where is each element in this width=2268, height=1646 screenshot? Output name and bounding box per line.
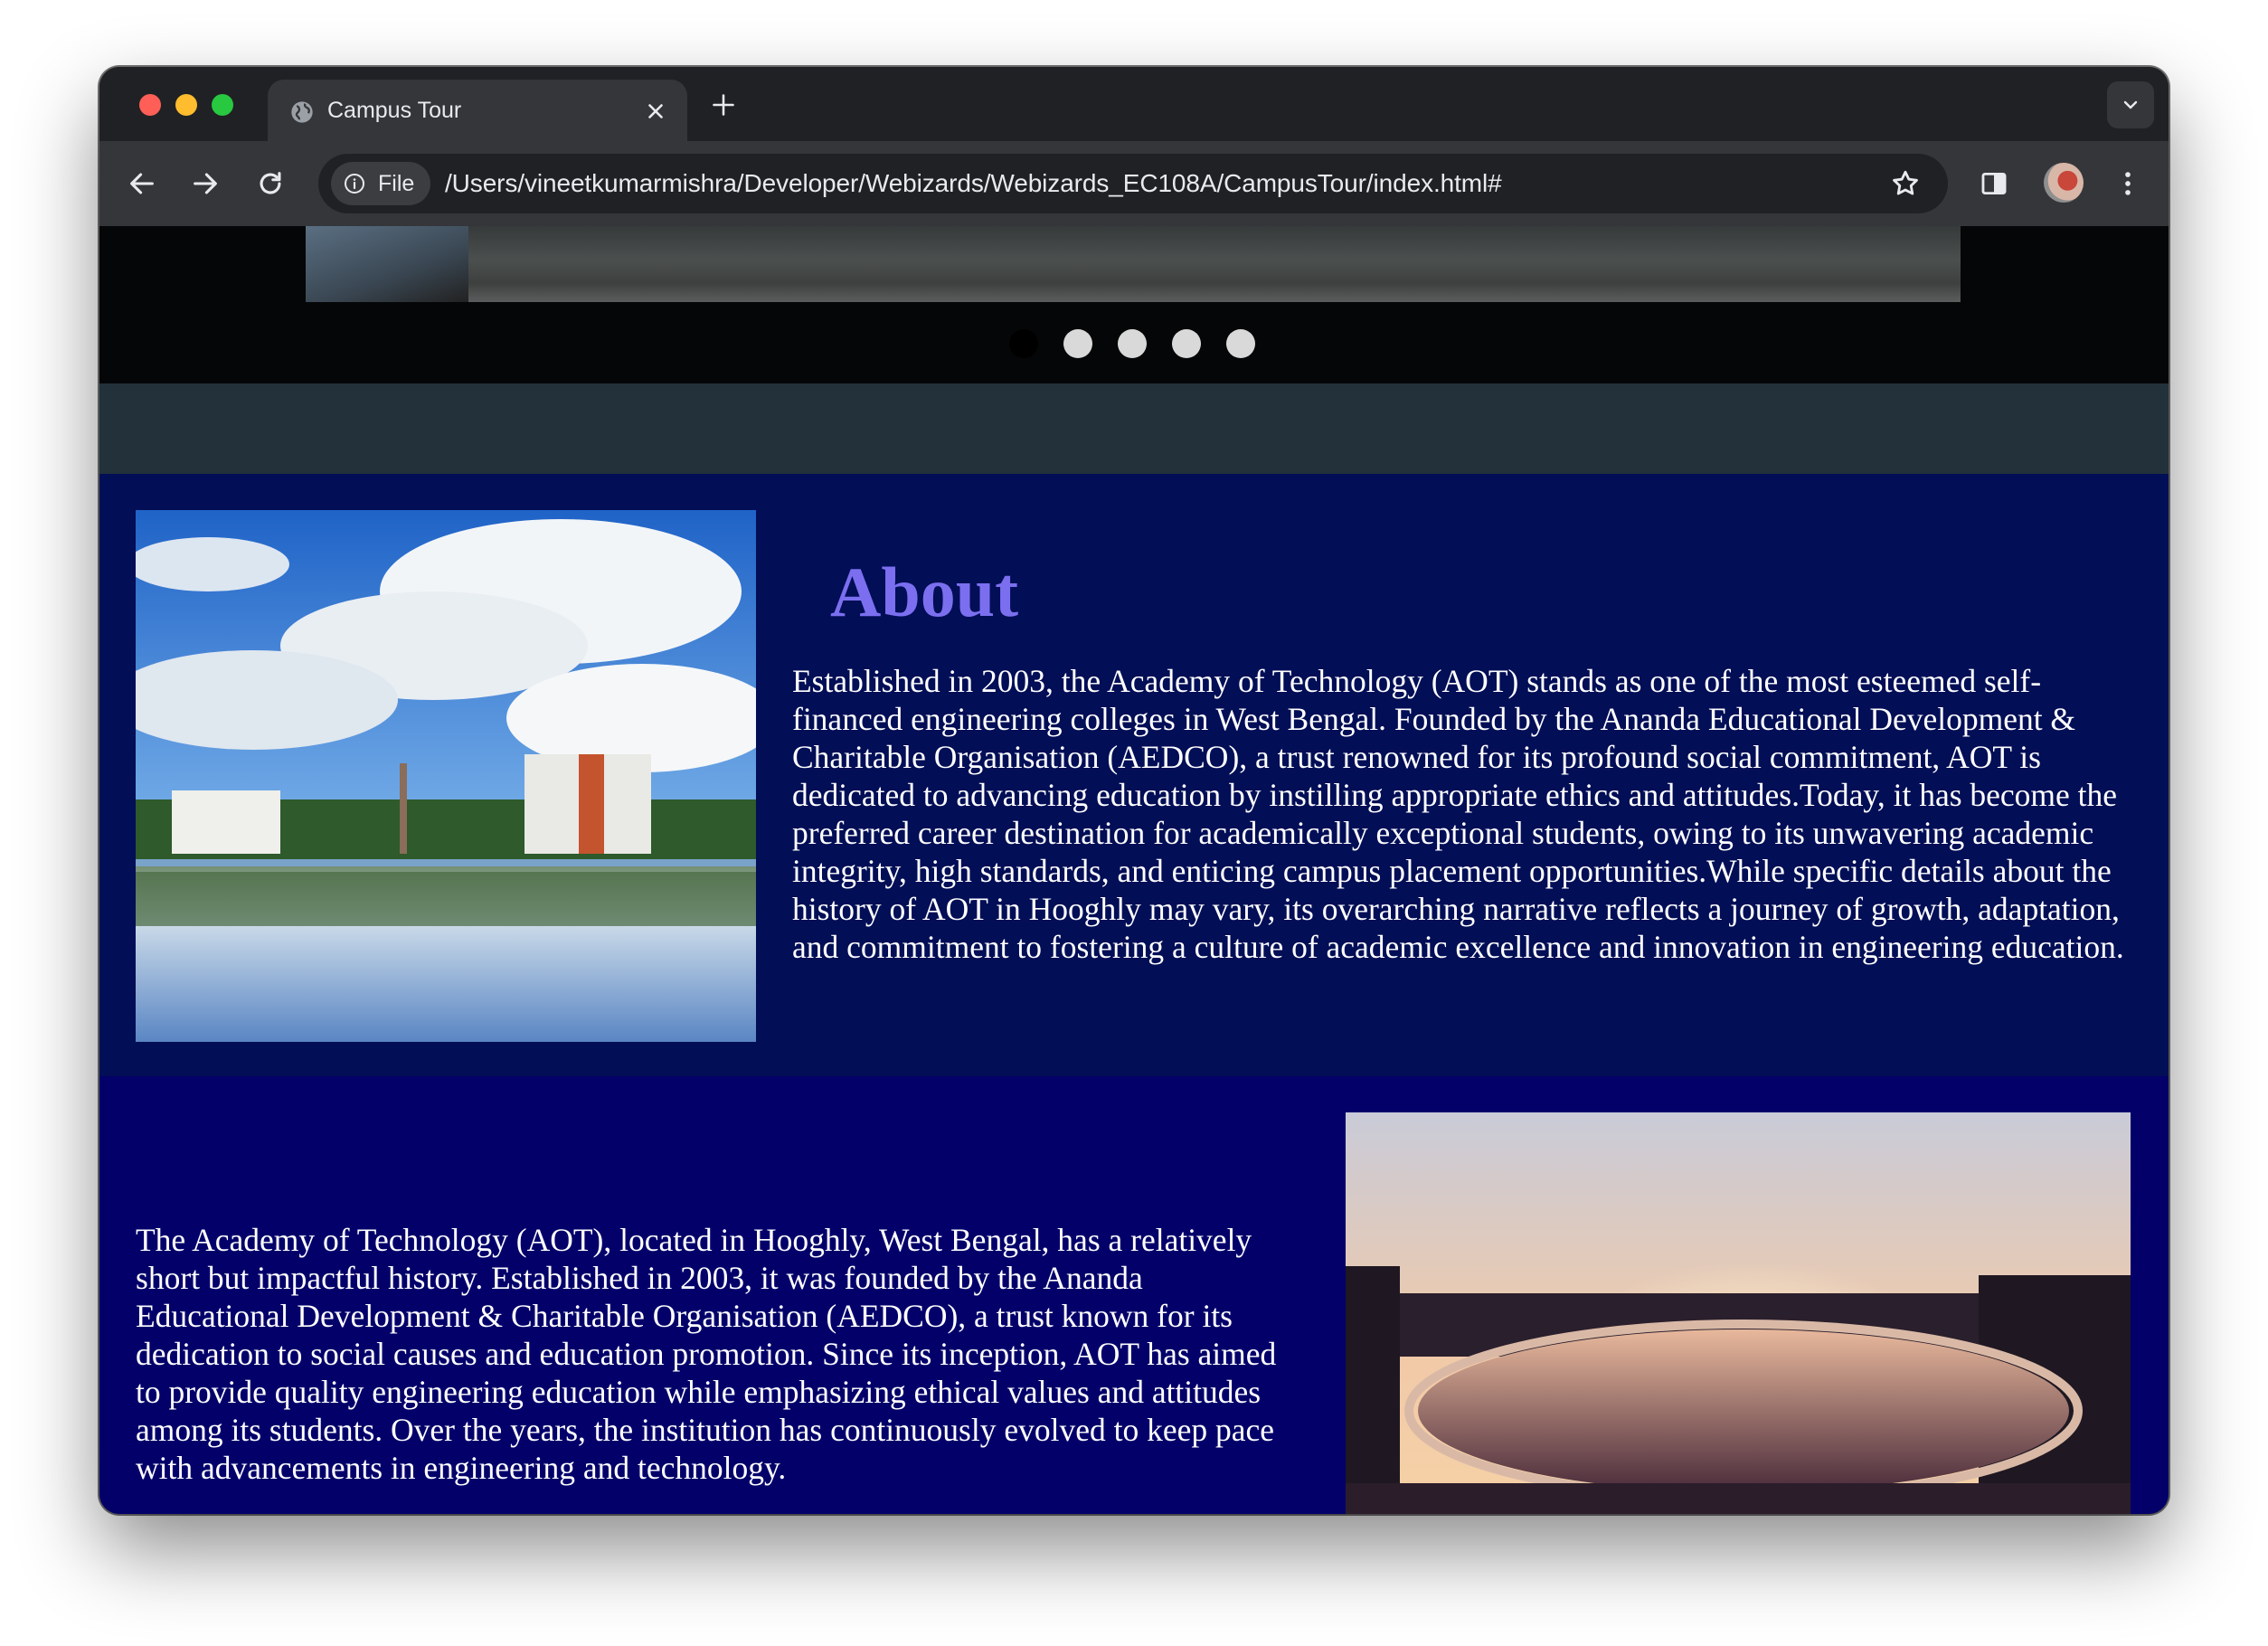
carousel-dot-5[interactable] [1226, 329, 1255, 358]
carousel-dot-4[interactable] [1172, 329, 1201, 358]
reload-icon[interactable] [255, 168, 286, 199]
browser-window: Campus Tour File /Users/vineetkumarmishr… [99, 67, 2169, 1514]
info-icon [345, 174, 364, 194]
history-section: The Academy of Technology (AOT), located… [99, 1076, 2169, 1514]
browser-toolbar: File /Users/vineetkumarmishra/Developer/… [99, 141, 2169, 226]
close-window-button[interactable] [139, 94, 161, 116]
image-carousel [99, 226, 2169, 383]
carousel-dot-3[interactable] [1118, 329, 1147, 358]
maximize-window-button[interactable] [212, 94, 233, 116]
tab-campus-tour[interactable]: Campus Tour [268, 80, 687, 141]
url-text[interactable]: /Users/vineetkumarmishra/Developer/Webiz… [445, 169, 1502, 198]
chevron-down-icon [2123, 100, 2138, 109]
forward-arrow-icon[interactable] [190, 168, 221, 199]
close-tab-icon[interactable] [644, 99, 667, 123]
tab-search-button[interactable] [2107, 81, 2154, 128]
about-heading: About [830, 553, 1019, 631]
tab-strip: Campus Tour [99, 67, 2169, 141]
sunset-lake-photo [1346, 1112, 2131, 1514]
globe-icon [291, 101, 313, 123]
tab-title: Campus Tour [327, 98, 462, 123]
profile-avatar[interactable] [2044, 163, 2084, 203]
address-bar[interactable]: File /Users/vineetkumarmishra/Developer/… [318, 154, 1948, 213]
bookmark-star-icon[interactable] [1890, 168, 1921, 199]
section-divider [99, 383, 2169, 474]
about-section: About Established in 2003, the Academy o… [99, 474, 2169, 1076]
back-arrow-icon[interactable] [127, 168, 157, 199]
carousel-dot-1[interactable] [1009, 329, 1038, 358]
campus-lake-photo [136, 510, 756, 1042]
page-content: About Established in 2003, the Academy o… [99, 226, 2169, 1514]
side-panel-icon[interactable] [1979, 168, 2009, 199]
minimize-window-button[interactable] [175, 94, 197, 116]
carousel-slide-image [306, 226, 1961, 302]
carousel-dot-2[interactable] [1063, 329, 1092, 358]
history-paragraph: The Academy of Technology (AOT), located… [136, 1222, 1277, 1486]
file-scheme-label: File [378, 171, 415, 196]
more-menu-icon[interactable] [2112, 168, 2143, 199]
about-paragraph: Established in 2003, the Academy of Tech… [792, 663, 2124, 965]
new-tab-icon[interactable] [711, 92, 736, 118]
site-info-chip[interactable]: File [331, 162, 430, 205]
